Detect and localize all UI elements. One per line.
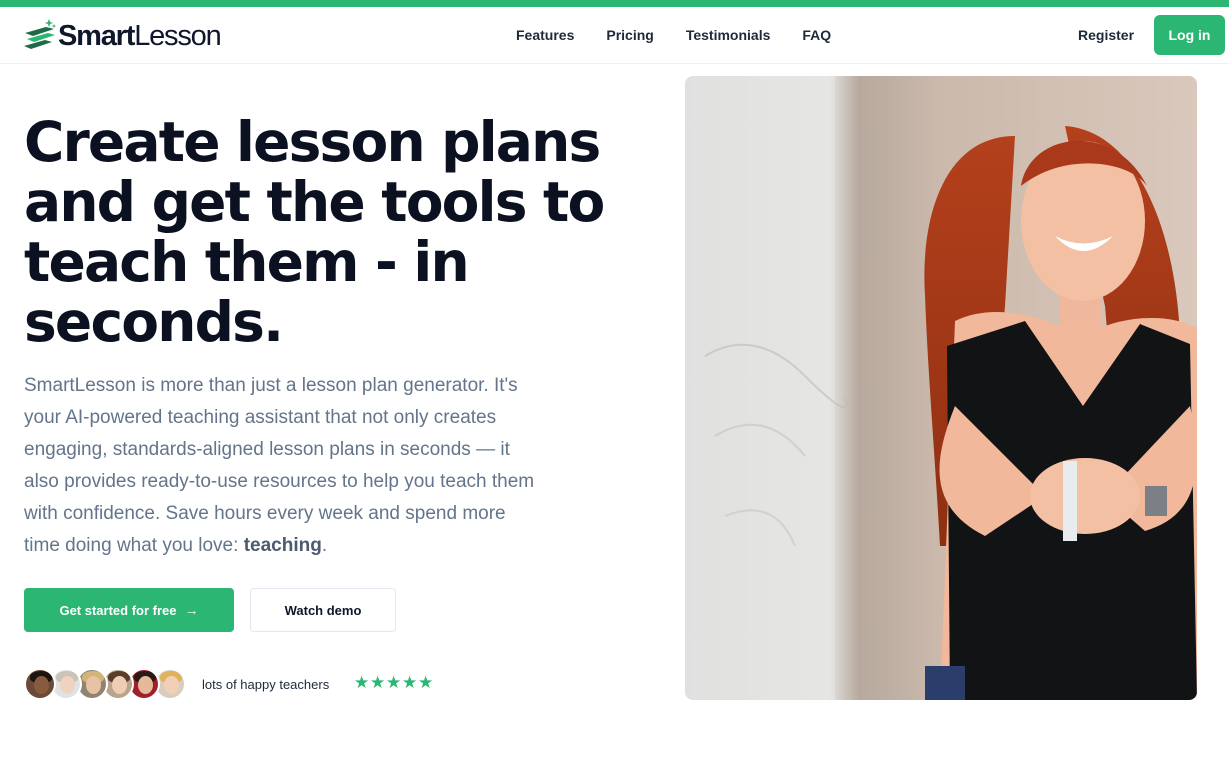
description-end: . xyxy=(321,535,328,556)
teacher-avatars xyxy=(24,668,186,700)
get-started-label: Get started for free xyxy=(59,602,177,618)
get-started-button[interactable]: Get started for free → xyxy=(24,588,234,632)
watch-demo-button[interactable]: Watch demo xyxy=(250,588,396,632)
login-button[interactable]: Log in xyxy=(1154,15,1225,55)
nav-link-features[interactable]: Features xyxy=(516,27,574,44)
main-nav: Features Pricing Testimonials FAQ xyxy=(516,27,863,44)
brand-name-part2: Lesson xyxy=(134,20,222,52)
description-emphasis: teaching xyxy=(243,535,322,556)
nav-link-testimonials[interactable]: Testimonials xyxy=(686,27,771,44)
register-link[interactable]: Register xyxy=(1078,27,1134,44)
brand-name-part1: Smart xyxy=(58,20,135,52)
navbar: SmartLesson Features Pricing Testimonial… xyxy=(0,7,1229,64)
description-text: SmartLesson is more than just a lesson p… xyxy=(24,375,535,556)
watch-demo-label: Watch demo xyxy=(284,602,362,618)
arrow-right-icon: → xyxy=(184,602,199,618)
star-icon: ★ xyxy=(354,673,370,692)
nav-link-pricing[interactable]: Pricing xyxy=(606,27,653,44)
logo[interactable]: SmartLesson xyxy=(24,18,222,54)
star-icon: ★ xyxy=(418,673,434,692)
nav-link-faq[interactable]: FAQ xyxy=(802,27,831,44)
hero-teacher-photo xyxy=(685,76,1197,700)
star-icon: ★ xyxy=(370,673,386,692)
hero-description: SmartLesson is more than just a lesson p… xyxy=(24,370,544,562)
star-icon: ★ xyxy=(402,673,418,692)
top-accent-bar xyxy=(0,0,1229,7)
hero-headline: Create lesson plans and get the tools to… xyxy=(24,110,605,354)
teacher-photo-illustration xyxy=(685,76,1197,700)
star-icon: ★ xyxy=(386,673,402,692)
brand-name: SmartLesson xyxy=(58,19,222,53)
smartlesson-logo-icon xyxy=(24,19,56,49)
rating-stars: ★ ★ ★ ★ ★ xyxy=(354,673,434,692)
social-proof-text: lots of happy teachers xyxy=(202,677,330,692)
avatar xyxy=(24,668,56,700)
